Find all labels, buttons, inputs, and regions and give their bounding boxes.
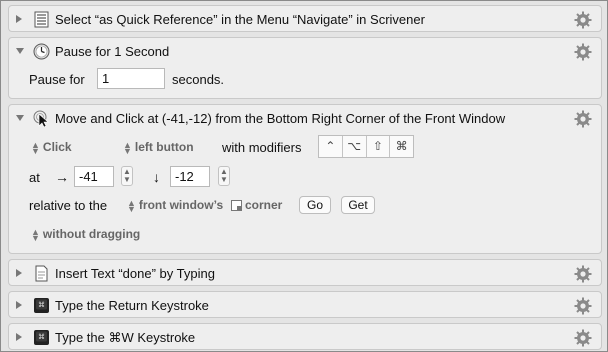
bottom-right-corner-icon	[231, 200, 242, 211]
y-offset-input[interactable]	[170, 166, 210, 187]
action-title: Type the ⌘W Keystroke	[55, 330, 196, 345]
macro-editor: Select “as Quick Reference” in the Menu …	[0, 0, 608, 352]
gear-icon[interactable]	[574, 110, 592, 128]
action-title: Insert Text “done” by Typing	[55, 266, 215, 281]
relative-target-popup[interactable]: ▲ ▼ front window’s	[127, 197, 224, 214]
updown-icon: ▲ ▼	[31, 226, 40, 243]
right-arrow-icon: →	[55, 169, 69, 185]
x-offset-input[interactable]	[74, 166, 114, 187]
with-modifiers-label: with modifiers	[222, 140, 302, 155]
mouse-click-icon	[33, 110, 49, 127]
document-text-icon	[35, 265, 48, 282]
down-arrow-icon: ↓	[153, 169, 160, 185]
drag-option-value: without dragging	[42, 227, 141, 241]
updown-icon: ▲ ▼	[31, 139, 40, 156]
option-modifier-toggle[interactable]: ⌥	[343, 136, 367, 157]
action-select-menu[interactable]: Select “as Quick Reference” in the Menu …	[8, 5, 602, 32]
keystroke-icon: ⌘	[34, 298, 49, 313]
action-pause[interactable]: Pause for 1 Second Pause for seconds.	[8, 37, 602, 99]
svg-text:⌘: ⌘	[38, 333, 45, 341]
disclosure-triangle-expanded[interactable]	[16, 48, 24, 54]
updown-icon: ▲ ▼	[123, 139, 132, 156]
action-insert-text[interactable]: Insert Text “done” by Typing	[8, 259, 602, 286]
disclosure-triangle-collapsed[interactable]	[16, 301, 22, 309]
mouse-button-value: left button	[134, 140, 194, 154]
mouse-button-popup[interactable]: ▲ ▼ left button	[123, 139, 194, 156]
gear-icon[interactable]	[574, 329, 592, 347]
action-title: Select “as Quick Reference” in the Menu …	[55, 12, 425, 27]
gear-icon[interactable]	[574, 11, 592, 29]
disclosure-triangle-collapsed[interactable]	[16, 269, 22, 277]
x-offset-stepper[interactable]: ▲ ▼	[121, 166, 133, 186]
seconds-label: seconds.	[172, 72, 225, 87]
action-move-and-click[interactable]: Move and Click at (-41,-12) from the Bot…	[8, 104, 602, 254]
disclosure-triangle-collapsed[interactable]	[16, 333, 22, 341]
gear-icon[interactable]	[574, 43, 592, 61]
command-modifier-toggle[interactable]: ⌘	[390, 136, 413, 157]
svg-text:⌘: ⌘	[38, 301, 45, 309]
click-type-popup[interactable]: ▲ ▼ Click	[31, 139, 72, 156]
shift-modifier-toggle[interactable]: ⇧	[367, 136, 391, 157]
relative-to-label: relative to the	[29, 198, 108, 213]
clock-icon	[33, 43, 50, 60]
control-modifier-toggle[interactable]: ⌃	[319, 136, 343, 157]
action-type-return[interactable]: ⌘ Type the Return Keystroke	[8, 291, 602, 318]
drag-option-popup[interactable]: ▲ ▼ without dragging	[31, 226, 141, 243]
click-type-value: Click	[42, 140, 72, 154]
menu-list-icon	[34, 11, 49, 28]
disclosure-triangle-expanded[interactable]	[16, 115, 24, 121]
corner-label: corner	[245, 198, 283, 212]
get-button[interactable]: Get	[341, 196, 375, 214]
gear-icon[interactable]	[574, 297, 592, 315]
at-label: at	[29, 170, 40, 185]
disclosure-triangle-collapsed[interactable]	[16, 15, 22, 23]
action-type-cmd-w[interactable]: ⌘ Type the ⌘W Keystroke	[8, 323, 602, 350]
relative-target-value: front window’s	[138, 198, 224, 212]
modifier-keys: ⌃ ⌥ ⇧ ⌘	[318, 135, 414, 158]
go-button[interactable]: Go	[299, 196, 331, 214]
seconds-input[interactable]	[97, 68, 165, 89]
y-offset-stepper[interactable]: ▲ ▼	[218, 166, 230, 186]
pause-label: Pause for	[29, 72, 85, 87]
action-title: Move and Click at (-41,-12) from the Bot…	[55, 111, 506, 126]
action-title: Pause for 1 Second	[55, 44, 170, 59]
keystroke-icon: ⌘	[34, 330, 49, 345]
action-title: Type the Return Keystroke	[55, 298, 209, 313]
gear-icon[interactable]	[574, 265, 592, 283]
updown-icon: ▲ ▼	[127, 197, 136, 214]
